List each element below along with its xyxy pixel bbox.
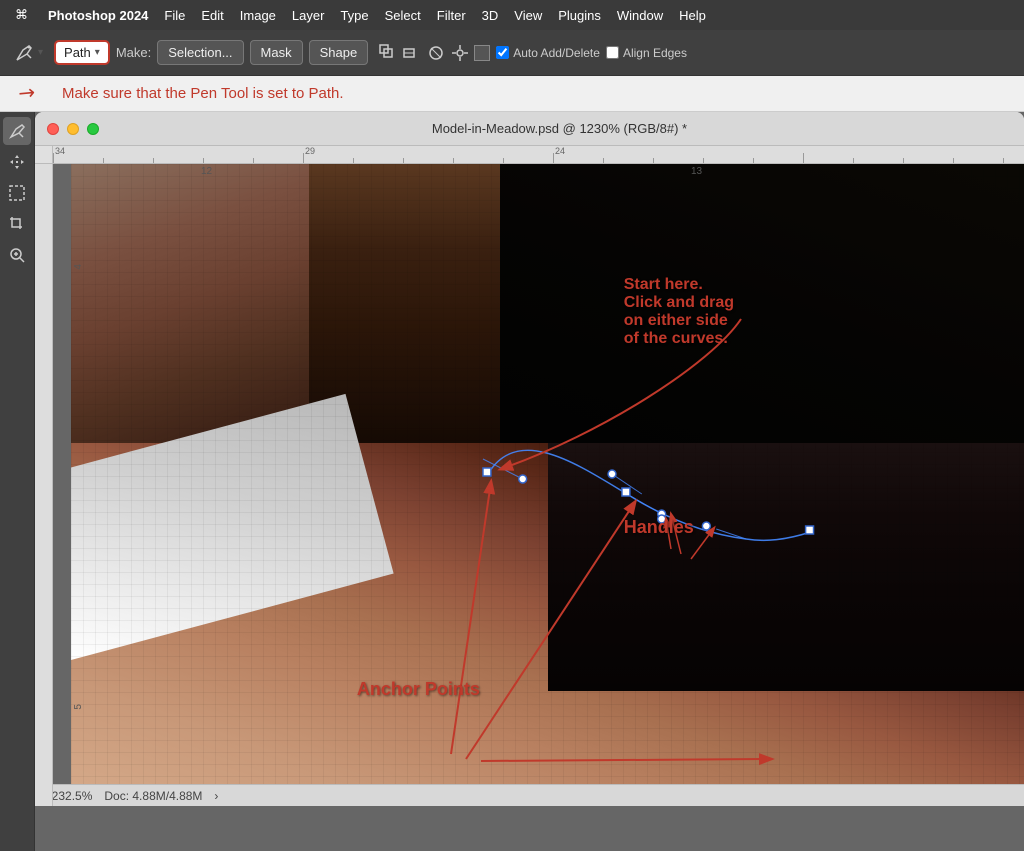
pen-tool-sidebar[interactable]	[3, 117, 31, 145]
window-chrome: Model-in-Meadow.psd @ 1230% (RGB/8#) *	[35, 112, 1024, 146]
menu-3d[interactable]: 3D	[475, 6, 506, 25]
ruler-mark-4: 4	[73, 264, 84, 270]
pen-tool-button[interactable]: ▾	[8, 38, 48, 68]
main-area: Model-in-Meadow.psd @ 1230% (RGB/8#) * 3…	[0, 112, 1024, 851]
more-info-button[interactable]: ›	[214, 789, 218, 803]
left-tools-panel	[0, 112, 35, 851]
make-label: Make:	[116, 45, 151, 60]
auto-add-delete-text: Auto Add/Delete	[513, 46, 600, 60]
annotation-text: Make sure that the Pen Tool is set to Pa…	[62, 85, 344, 102]
shape-button[interactable]: Shape	[309, 40, 369, 65]
canvas-wrapper: Model-in-Meadow.psd @ 1230% (RGB/8#) * 3…	[35, 112, 1024, 851]
menu-edit[interactable]: Edit	[194, 6, 230, 25]
auto-add-delete-checkbox[interactable]	[496, 46, 509, 59]
document-title: Model-in-Meadow.psd @ 1230% (RGB/8#) *	[107, 121, 1012, 136]
path-settings-icon[interactable]	[450, 43, 470, 63]
zoom-tool[interactable]	[3, 241, 31, 269]
app-layout: ⌘ Photoshop 2024 File Edit Image Layer T…	[0, 0, 1024, 851]
menu-layer[interactable]: Layer	[285, 6, 332, 25]
menu-plugins[interactable]: Plugins	[551, 6, 608, 25]
ruler-corner	[35, 146, 53, 164]
path-dropdown-arrow: ▾	[95, 47, 100, 58]
align-edges-label[interactable]: Align Edges	[606, 46, 687, 60]
status-bar: 1232.5% Doc: 4.88M/4.88M ›	[35, 784, 1024, 806]
path-ops-icon1[interactable]	[378, 43, 398, 63]
path-mode-label: Path	[64, 45, 91, 60]
menu-app-name[interactable]: Photoshop 2024	[41, 6, 155, 25]
menu-file[interactable]: File	[157, 6, 192, 25]
pen-tool-dropdown-arrow[interactable]: ▾	[38, 47, 43, 58]
mask-button[interactable]: Mask	[250, 40, 303, 65]
ruler-left	[35, 164, 53, 806]
menu-type[interactable]: Type	[333, 6, 375, 25]
menu-filter[interactable]: Filter	[430, 6, 473, 25]
move-tool[interactable]	[3, 148, 31, 176]
path-mode-dropdown[interactable]: Path ▾	[54, 40, 110, 65]
photo-area: Start here. Click and drag on either sid…	[71, 164, 1024, 784]
crop-tool[interactable]	[3, 210, 31, 238]
canvas-content: Start here. Click and drag on either sid…	[71, 164, 1024, 784]
align-edges-text: Align Edges	[623, 46, 687, 60]
toolbar: ▾ Path ▾ Make: Selection... Mask Shape	[0, 30, 1024, 76]
document-window: Model-in-Meadow.psd @ 1230% (RGB/8#) * 3…	[35, 112, 1024, 806]
maximize-button[interactable]	[87, 123, 99, 135]
ruler-top: 342924	[53, 146, 1024, 164]
path-ops-icon3[interactable]	[426, 43, 446, 63]
menu-help[interactable]: Help	[672, 6, 713, 25]
ruler-mark-5: 5	[73, 704, 84, 710]
apple-menu[interactable]: ⌘	[8, 5, 35, 25]
close-button[interactable]	[47, 123, 59, 135]
menu-image[interactable]: Image	[233, 6, 283, 25]
menu-window[interactable]: Window	[610, 6, 670, 25]
selection-tool[interactable]	[3, 179, 31, 207]
menu-bar: ⌘ Photoshop 2024 File Edit Image Layer T…	[0, 0, 1024, 30]
path-ops-icon2[interactable]	[402, 43, 422, 63]
ruler-mark-12: 12	[201, 166, 212, 177]
auto-add-delete-label[interactable]: Auto Add/Delete	[496, 46, 600, 60]
minimize-button[interactable]	[67, 123, 79, 135]
selection-button[interactable]: Selection...	[157, 40, 243, 65]
ruler-mark-13: 13	[691, 166, 702, 177]
annotation-bar: ↙ Make sure that the Pen Tool is set to …	[0, 76, 1024, 112]
doc-info: Doc: 4.88M/4.88M	[104, 789, 202, 803]
path-checkbox-icon[interactable]	[474, 45, 490, 61]
menu-select[interactable]: Select	[378, 6, 428, 25]
scrollable-canvas[interactable]: 342924	[35, 146, 1024, 806]
menu-view[interactable]: View	[507, 6, 549, 25]
toolbar-icon-group	[378, 43, 490, 63]
red-arrow-icon: ↙	[12, 79, 41, 109]
align-edges-checkbox[interactable]	[606, 46, 619, 59]
